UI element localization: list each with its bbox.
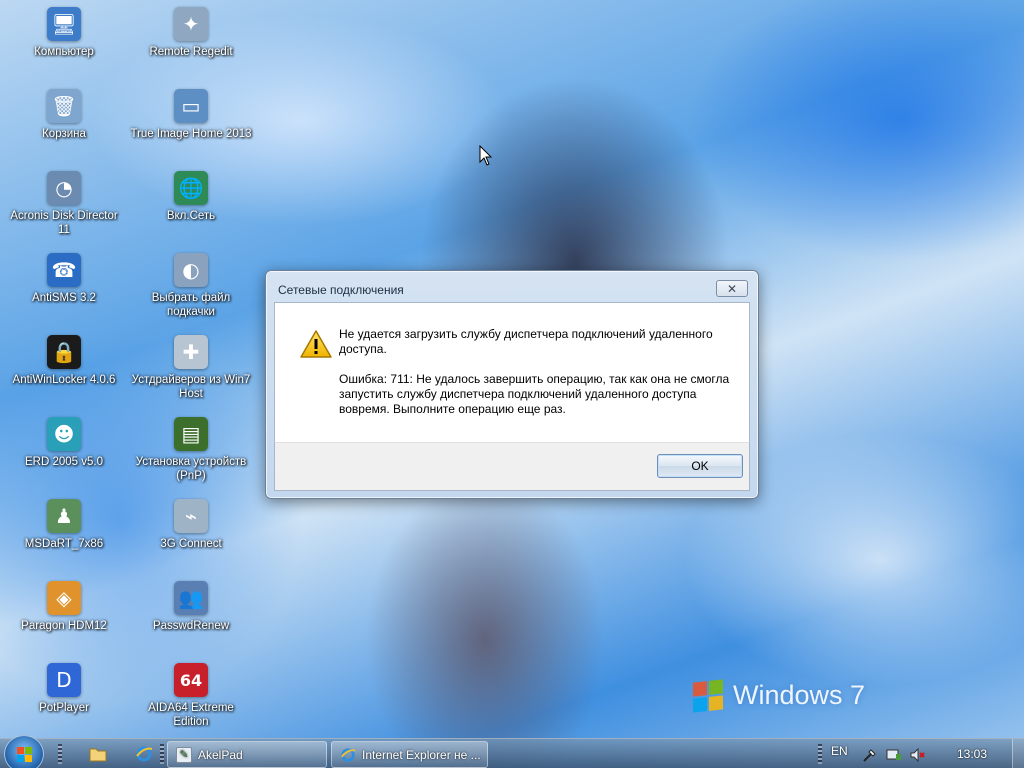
desktop-icon[interactable]: ♟ MSDaRT_7x86 [1,495,127,573]
internet-explorer-quicklaunch-icon[interactable] [134,744,154,764]
potplayer-icon: D [47,663,81,697]
desktop: 🖥 Компьютер ✦ Remote Regedit 🗑 Корзина ▭ True I… [0,0,1024,738]
desktop-icon-label: AIDA64 Extreme Edition [148,702,234,728]
desktop-icon-label: PasswdRenew [152,620,230,632]
desktop-icon-label: Компьютер [34,46,94,58]
volume-muted-icon[interactable] [910,747,926,763]
desktop-icon-label: Paragon HDM12 [21,620,107,632]
clock[interactable]: 13:03 [957,747,987,761]
desktop-icon-label: Корзина [42,128,86,140]
desktop-icon-label: Устдрайверов из Win7 Host [131,374,251,400]
computer-icon: 🖥 [47,7,81,41]
erd-icon: ☻ [47,417,81,451]
tray-tool-icon[interactable] [862,747,878,763]
desktop-icon[interactable]: 🔒 AntiWinLocker 4.0.6 [1,331,127,409]
taskbar: ✎ AkelPad Internet Explorer не ... EN 13… [0,735,1024,768]
taskbar-button-label: Internet Explorer не ... [362,747,481,762]
desktop-icon[interactable]: 👥 PasswdRenew [128,577,254,655]
desktop-icon[interactable]: ◔ Acronis Disk Director 11 [1,167,127,245]
desktop-icon-label: Remote Regedit [149,46,233,58]
language-indicator[interactable]: EN [831,744,848,758]
taskbar-button-internet-explorer[interactable]: Internet Explorer не ... [331,741,488,768]
desktop-icon[interactable]: ▭ True Image Home 2013 [128,85,254,163]
aida64-icon: 64 [174,663,208,697]
start-button[interactable] [4,735,44,768]
dialog-message: Не удается загрузить службу диспетчера п… [339,327,739,417]
desktop-icon[interactable]: D PotPlayer [1,659,127,737]
close-icon: ✕ [726,281,738,296]
paragon-icon: ◈ [47,581,81,615]
desktop-icon-label: Acronis Disk Director 11 [10,210,118,236]
desktop-icon-label: Вкл.Сеть [166,210,216,222]
windows-flag-icon [693,678,723,713]
error-dialog: Сетевые подключения ✕ Не удается загрузи… [265,270,759,499]
desktop-icon[interactable]: ⌁ 3G Connect [128,495,254,573]
windows7-logo-text: Windows 7 [733,680,866,710]
regedit-icon: ✦ [174,7,208,41]
close-button[interactable]: ✕ [716,280,748,297]
lock-icon: 🔒 [47,335,81,369]
users-icon: 👥 [174,581,208,615]
show-desktop-button[interactable] [1012,739,1024,768]
pagefile-icon: ◐ [174,253,208,287]
message-error-detail: Ошибка: 711: Не удалось завершить операц… [339,372,730,416]
desktop-icon-label: Установка устройств (PnP) [135,456,247,482]
message-main: Не удается загрузить службу диспетчера п… [339,327,713,356]
usb-modem-icon: ⌁ [174,499,208,533]
tray-grip [818,744,822,764]
desktop-icon-label: ERD 2005 v5.0 [25,456,103,468]
driver-install-icon: ✚ [174,335,208,369]
explorer-folder-icon[interactable] [88,744,108,764]
taskbar-button-akelpad[interactable]: ✎ AkelPad [167,741,327,768]
mouse-cursor-icon [479,145,493,166]
desktop-icon[interactable]: 64 AIDA64 Extreme Edition [128,659,254,737]
antisms-icon: ☎ [47,253,81,287]
desktop-icon[interactable]: ◐ Выбрать файл подкачки [128,249,254,327]
true-image-icon: ▭ [174,89,208,123]
desktop-icon-label: 3G Connect [160,538,222,550]
desktop-icon-label: PotPlayer [39,702,89,714]
notepad-icon: ✎ [176,746,192,763]
dialog-title: Сетевые подключения [278,283,404,297]
network-globe-icon: 🌐 [174,171,208,205]
tray-device-icon[interactable] [886,747,902,763]
desktop-icon[interactable]: ✚ Устдрайверов из Win7 Host [128,331,254,409]
disk-director-icon: ◔ [47,171,81,205]
taskbar-grip[interactable] [160,744,164,764]
desktop-icon-label: True Image Home 2013 [130,128,252,140]
taskbar-grip[interactable] [58,744,62,764]
desktop-icon-label: AntiWinLocker 4.0.6 [12,374,116,386]
desktop-icon-label: AntiSMS 3.2 [32,292,96,304]
desktop-icon[interactable]: ◈ Paragon HDM12 [1,577,127,655]
desktop-icon-label: MSDaRT_7x86 [24,538,104,550]
desktop-icon[interactable]: ▤ Установка устройств (PnP) [128,413,254,491]
desktop-icon[interactable]: 🌐 Вкл.Сеть [128,167,254,245]
desktop-icon-label: Выбрать файл подкачки [151,292,231,318]
desktop-icon[interactable]: ☻ ERD 2005 v5.0 [1,413,127,491]
desktop-icon[interactable]: 🗑 Корзина [1,85,127,163]
windows-start-icon [16,746,32,762]
internet-explorer-icon [340,747,356,763]
dialog-footer: OK [274,442,750,491]
desktop-icon[interactable]: 🖥 Компьютер [1,3,127,81]
memory-chip-icon: ▤ [174,417,208,451]
taskbar-button-label: AkelPad [198,747,243,762]
msdart-icon: ♟ [47,499,81,533]
warning-icon [300,330,332,358]
ok-button[interactable]: OK [657,454,743,478]
dialog-body: Не удается загрузить службу диспетчера п… [274,302,750,442]
desktop-icon[interactable]: ☎ AntiSMS 3.2 [1,249,127,327]
desktop-icon[interactable]: ✦ Remote Regedit [128,3,254,81]
recycle-bin-icon: 🗑 [47,89,81,123]
windows7-wallpaper-logo: Windows 7 [693,678,866,713]
